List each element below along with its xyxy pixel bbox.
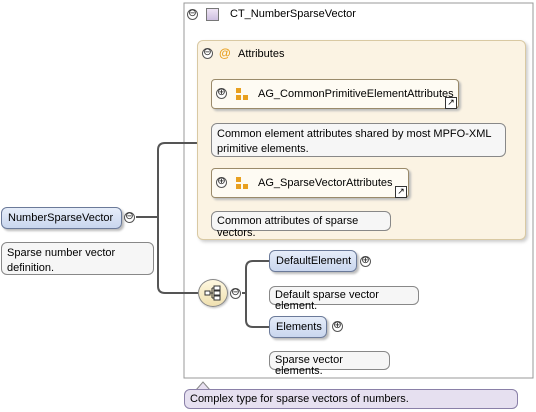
sequence-icon[interactable] [198, 279, 228, 307]
elements-note: Sparse vector elements. [269, 351, 390, 377]
at-icon: @ [219, 46, 231, 60]
attribute-group-icon [236, 177, 250, 191]
link-arrow-icon[interactable]: ↗ [395, 186, 407, 198]
attribute-group-label: AG_SparseVectorAttributes [258, 177, 393, 189]
complex-type-icon [206, 8, 219, 21]
elements-node[interactable]: Elements [269, 316, 327, 338]
complex-type-title: CT_NumberSparseVector [230, 8, 356, 20]
attribute-group-label: AG_CommonPrimitiveElementAttributes [258, 88, 454, 100]
complex-type-note: Complex type for sparse vectors of numbe… [184, 389, 518, 409]
attribute-group-note-1: Common element attributes shared by most… [211, 123, 506, 157]
default-element-node[interactable]: DefaultElement [269, 250, 357, 272]
complex-type-collapse-icon[interactable]: ⊖ [187, 9, 198, 20]
attribute-group-note-2: Common attributes of sparse vectors. [211, 211, 391, 239]
attribute-group-icon [236, 88, 250, 102]
root-element-node[interactable]: NumberSparseVector [1, 207, 122, 229]
attribute-group-sparse-vector[interactable]: ⊕ AG_SparseVectorAttributes ↗ [211, 168, 409, 198]
link-arrow-icon[interactable]: ↗ [445, 97, 457, 109]
expand-icon[interactable]: ⊕ [360, 256, 371, 267]
expand-icon[interactable]: ⊕ [216, 177, 227, 188]
sequence-collapse-icon[interactable]: ⊖ [230, 288, 241, 299]
sequence-to-default-line [242, 260, 269, 294]
sequence-to-elements-line [245, 293, 269, 328]
sequence-glyph [204, 285, 221, 301]
attributes-collapse-icon[interactable]: ⊖ [202, 48, 213, 59]
attributes-label: Attributes [238, 48, 285, 60]
root-note: Sparse number vector definition. [1, 242, 154, 275]
expand-icon[interactable]: ⊕ [332, 321, 343, 332]
default-element-note: Default sparse vector element. [269, 286, 419, 312]
root-to-sequence-line [157, 217, 198, 294]
attribute-group-common-primitive[interactable]: ⊕ AG_CommonPrimitiveElementAttributes ↗ [211, 79, 459, 109]
root-collapse-icon[interactable]: ⊖ [124, 212, 135, 223]
expand-icon[interactable]: ⊕ [216, 88, 227, 99]
